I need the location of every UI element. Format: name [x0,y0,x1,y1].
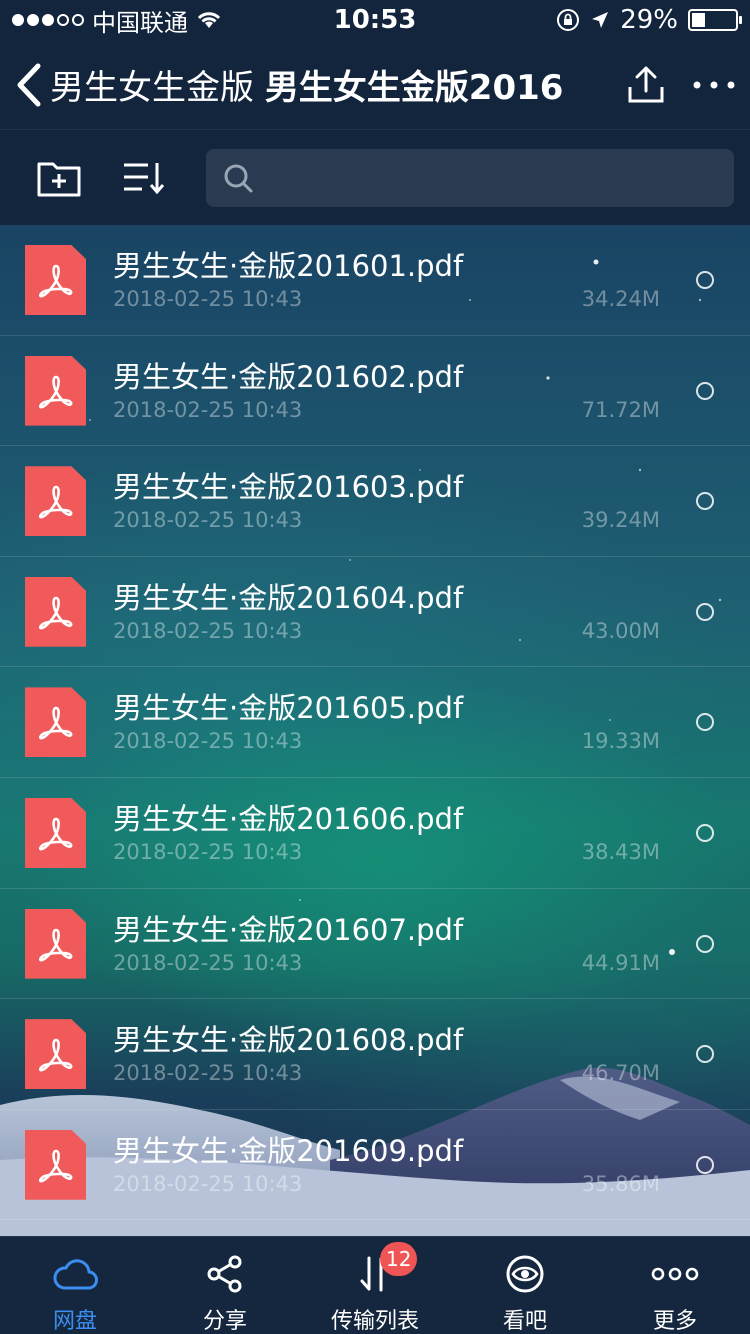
tab-label: 看吧 [502,1309,547,1334]
file-date: 2018-02-25 10:43 [113,1061,303,1086]
file-date: 2018-02-25 10:43 [113,287,303,311]
signal-carrier: 中国联通 [12,3,272,38]
file-date: 2018-02-25 10:43 [113,397,303,422]
file-date: 2018-02-25 10:43 [113,618,303,643]
file-size: 35.86M [581,1171,660,1196]
select-checkbox[interactable] [696,602,714,621]
file-row[interactable]: 男生女生·金版201607.pdf 2018-02-25 10:43 44.91… [0,889,750,1000]
file-name: 男生女生·金版201604.pdf [113,580,464,615]
file-size: 71.72M [581,397,660,422]
battery-percent: 29% [620,5,678,35]
tab-label: 更多 [652,1309,697,1334]
file-date: 2018-02-25 10:43 [113,950,303,975]
tab-eye[interactable]: 看吧 [450,1237,600,1334]
file-size: 38.43M [581,839,660,864]
tab-transfer[interactable]: 传输列表 12 [300,1237,450,1334]
search-box[interactable] [206,148,734,207]
pdf-file-icon [25,245,86,315]
wifi-icon [197,12,221,28]
file-size: 44.91M [581,950,660,975]
tab-label: 网盘 [52,1309,97,1334]
battery-icon [688,9,742,31]
file-list: 男生女生·金版201601.pdf 2018-02-25 10:43 34.24… [0,225,750,1221]
pdf-file-icon [25,797,86,868]
select-checkbox[interactable] [696,713,714,732]
orientation-lock-icon [557,9,580,31]
share-icon [205,1253,245,1295]
select-checkbox[interactable] [696,934,714,953]
current-folder-name: 男生女生金版2016 [264,68,564,108]
tab-label: 传输列表 [330,1309,419,1334]
file-size: 39.24M [581,508,660,533]
tab-more[interactable]: 更多 [600,1237,750,1334]
pdf-file-icon [25,687,86,758]
file-row[interactable]: 男生女生·金版201605.pdf 2018-02-25 10:43 19.33… [0,667,750,778]
sort-icon[interactable] [122,161,166,195]
file-row[interactable]: 男生女生·金版201603.pdf 2018-02-25 10:43 39.24… [0,446,750,557]
more-icon [651,1253,699,1295]
file-date: 2018-02-25 10:43 [113,508,303,533]
file-size: 34.24M [581,287,660,311]
parent-folder-name[interactable]: 男生女生金版 [50,68,254,108]
file-row[interactable]: 男生女生·金版201604.pdf 2018-02-25 10:43 43.00… [0,557,750,668]
select-checkbox[interactable] [696,823,714,842]
file-date: 2018-02-25 10:43 [113,839,303,864]
search-input[interactable] [264,162,734,193]
select-checkbox[interactable] [696,1045,714,1064]
carrier-name: 中国联通 [92,8,188,37]
pdf-file-icon [25,1129,86,1200]
nav-bar: 男生女生金版 男生女生金版2016 [0,40,750,130]
file-size: 46.70M [581,1061,660,1086]
tab-share[interactable]: 分享 [150,1237,300,1334]
eye-icon [504,1253,546,1295]
toolbar [0,130,750,225]
battery-level [692,13,706,27]
file-row[interactable]: 男生女生·金版201602.pdf 2018-02-25 10:43 71.72… [0,336,750,447]
more-options-icon[interactable] [692,79,736,91]
cloud-icon [52,1253,98,1295]
select-checkbox[interactable] [696,381,714,400]
file-name: 男生女生·金版201602.pdf [113,359,464,394]
file-name: 男生女生·金版201609.pdf [113,1133,464,1168]
file-name: 男生女生·金版201606.pdf [113,801,464,836]
file-row[interactable]: 男生女生·金版201601.pdf 2018-02-25 10:43 34.24… [0,225,750,336]
file-size: 43.00M [581,618,660,643]
pdf-file-icon [25,576,86,647]
file-name: 男生女生·金版201605.pdf [113,691,464,726]
file-date: 2018-02-25 10:43 [113,1171,303,1196]
status-bar: 中国联通 10:53 29% [0,0,750,40]
signal-strength-icon [12,14,84,26]
select-checkbox[interactable] [696,271,714,289]
pdf-file-icon [25,1019,86,1090]
file-name: 男生女生·金版201601.pdf [113,249,464,283]
file-name: 男生女生·金版201608.pdf [113,1023,464,1058]
file-row[interactable]: 男生女生·金版201609.pdf 2018-02-25 10:43 35.86… [0,1110,750,1221]
pdf-file-icon [25,466,86,537]
back-arrow-icon[interactable] [14,62,44,108]
location-arrow-icon [592,12,609,28]
pdf-file-icon [25,908,86,979]
tab-cloud[interactable]: 网盘 [0,1237,150,1334]
new-folder-icon[interactable] [36,158,82,198]
file-size: 19.33M [581,729,660,754]
pdf-file-icon [25,355,86,426]
select-checkbox[interactable] [696,1155,714,1174]
page-title: 男生女生金版 男生女生金版2016 [50,60,563,109]
search-icon [224,164,253,192]
file-name: 男生女生·金版201603.pdf [113,470,464,505]
tab-bar: 网盘 分享 传输列表 12 看吧 更多 [0,1236,750,1334]
file-row[interactable]: 男生女生·金版201606.pdf 2018-02-25 10:43 38.43… [0,778,750,889]
file-date: 2018-02-25 10:43 [113,729,303,754]
tab-label: 分享 [202,1309,247,1334]
file-row[interactable]: 男生女生·金版201608.pdf 2018-02-25 10:43 46.70… [0,999,750,1110]
transfer-count-badge: 12 [380,1242,418,1276]
select-checkbox[interactable] [696,492,714,511]
upload-icon[interactable] [626,65,666,105]
file-name: 男生女生·金版201607.pdf [113,912,464,947]
